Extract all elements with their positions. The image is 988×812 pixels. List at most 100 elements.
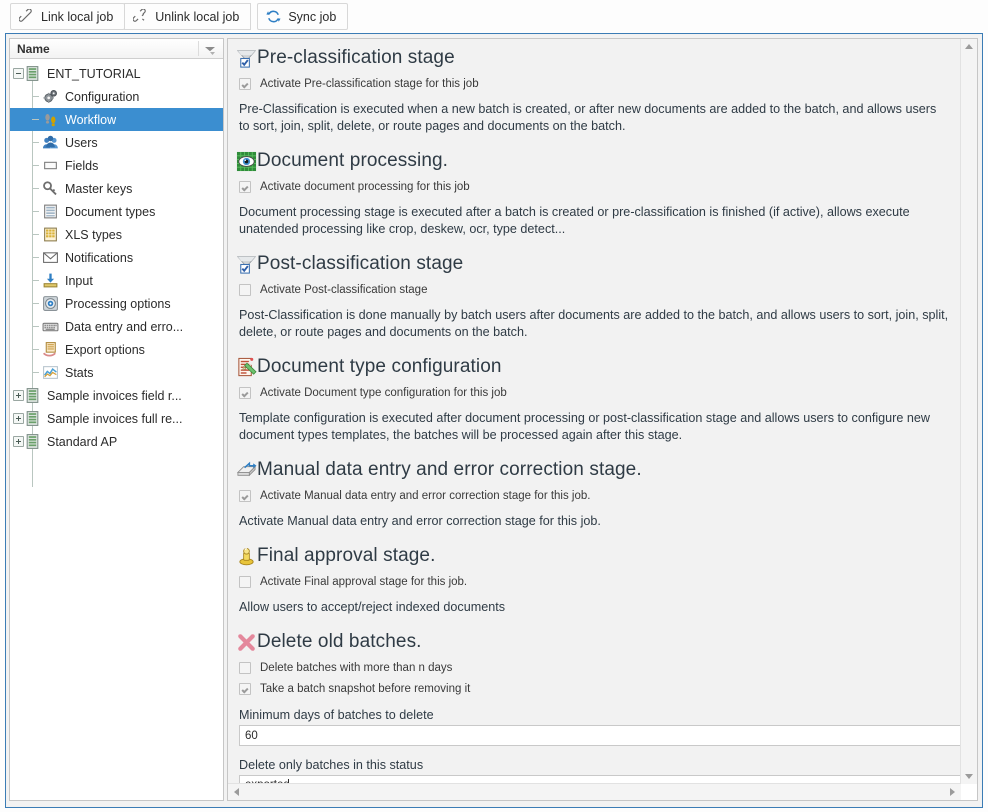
- tree-node-data-entry-and-erro[interactable]: Data entry and erro...: [10, 315, 223, 338]
- min-days-input[interactable]: [239, 725, 961, 746]
- section-description-s5: Allow users to accept/reject indexed doc…: [239, 600, 506, 614]
- unlink-local-job-button[interactable]: Unlink local job: [124, 3, 252, 30]
- checkbox-row-delete-0[interactable]: Delete batches with more than n days: [239, 661, 949, 675]
- tree-column-header-label: Name: [17, 41, 50, 56]
- scroll-down-arrow-icon[interactable]: [965, 774, 973, 779]
- tree-node-label: XLS types: [65, 227, 122, 242]
- vertical-scrollbar[interactable]: [960, 39, 977, 784]
- sync-icon: [266, 9, 281, 24]
- unlink-local-job-label: Unlink local job: [155, 9, 240, 24]
- checkbox-row-s0[interactable]: Activate Pre-classification stage for th…: [239, 77, 949, 91]
- sort-filter-icon[interactable]: [204, 45, 218, 59]
- tree-node-configuration[interactable]: Configuration: [10, 85, 223, 108]
- tree-node-label: ENT_TUTORIAL: [47, 66, 141, 81]
- tree-connector: [32, 211, 39, 212]
- unlink-icon: [132, 8, 148, 24]
- job-tree-panel: Name ENT_TUTORIAL Configuration Workflow Us…: [9, 38, 224, 801]
- status-label: Delete only batches in this status: [239, 758, 424, 772]
- checkbox-s5[interactable]: [239, 576, 251, 588]
- tree-node-label: Notifications: [65, 250, 134, 265]
- checkbox-label: Activate Document type configuration for…: [260, 387, 507, 399]
- tree-connector: [32, 96, 39, 97]
- tree-node-ent-tutorial[interactable]: ENT_TUTORIAL: [10, 62, 223, 85]
- checkbox-row-delete-1[interactable]: Take a batch snapshot before removing it: [239, 682, 949, 696]
- tree-node-sample-invoices-full-re[interactable]: Sample invoices full re...: [10, 407, 223, 430]
- tree-node-document-types[interactable]: Document types: [10, 200, 223, 223]
- checkbox-s1[interactable]: [239, 181, 251, 193]
- server-icon: [24, 433, 41, 450]
- chart-line-icon: [42, 364, 59, 381]
- checkbox-row-s3[interactable]: Activate Document type configuration for…: [239, 386, 949, 400]
- tree-node-processing-options[interactable]: Processing options: [10, 292, 223, 315]
- tree-node-label: Sample invoices field r...: [47, 388, 182, 403]
- funnel-check-icon: [236, 254, 257, 275]
- checkbox-delete-0[interactable]: [239, 662, 251, 674]
- scroll-left-arrow-icon[interactable]: [234, 788, 239, 796]
- expand-icon[interactable]: [13, 413, 24, 424]
- sync-job-button[interactable]: Sync job: [257, 3, 349, 30]
- tree-node-label: Processing options: [65, 296, 171, 311]
- section-title: Post-classification stage: [257, 253, 464, 274]
- tree-node-master-keys[interactable]: Master keys: [10, 177, 223, 200]
- section-header-delete: Delete old batches.: [236, 630, 949, 654]
- section-header-s3: Document type configuration: [236, 355, 949, 379]
- keyboard-icon: [42, 318, 59, 335]
- funnel-check-icon: [236, 48, 257, 69]
- tree-node-label: Standard AP: [47, 434, 118, 449]
- import-icon: [42, 272, 59, 289]
- scrollbar-corner: [961, 784, 977, 800]
- footprints-icon: [42, 111, 59, 128]
- export-icon: [42, 341, 59, 358]
- tree-node-fields[interactable]: Fields: [10, 154, 223, 177]
- section-header-s0: Pre-classification stage: [236, 46, 949, 70]
- tree-node-label: Data entry and erro...: [65, 319, 184, 334]
- tree-node-standard-ap[interactable]: Standard AP: [10, 430, 223, 453]
- tree-node-label: Workflow: [65, 112, 117, 127]
- section-description-s0: Pre-Classification is executed when a ne…: [239, 102, 937, 133]
- collapse-icon[interactable]: [13, 68, 24, 79]
- scroll-right-arrow-icon[interactable]: [950, 788, 955, 796]
- stamp-icon: [236, 546, 257, 567]
- tree-node-stats[interactable]: Stats: [10, 361, 223, 384]
- checkbox-s2[interactable]: [239, 284, 251, 296]
- expand-icon[interactable]: [13, 390, 24, 401]
- tree-node-label: Master keys: [65, 181, 133, 196]
- section-title: Manual data entry and error correction s…: [257, 459, 642, 480]
- link-local-job-button[interactable]: Link local job: [10, 3, 126, 30]
- checkbox-s0[interactable]: [239, 78, 251, 90]
- tree-node-input[interactable]: Input: [10, 269, 223, 292]
- link-icon: [18, 8, 34, 24]
- section-header-s5: Final approval stage.: [236, 544, 949, 568]
- section-header-s1: Document processing.: [236, 149, 949, 173]
- users-icon: [42, 134, 59, 151]
- tree-node-label: Stats: [65, 365, 94, 380]
- tree-node-export-options[interactable]: Export options: [10, 338, 223, 361]
- horizontal-scrollbar[interactable]: [228, 783, 961, 800]
- section-description-s1: Document processing stage is executed af…: [239, 205, 910, 236]
- section-description-s4: Activate Manual data entry and error cor…: [239, 514, 601, 528]
- workflow-configuration-window: Link local job Unlink local job Sync job…: [0, 0, 988, 812]
- tree-node-xls-types[interactable]: XLS types: [10, 223, 223, 246]
- tree-node-label: Export options: [65, 342, 145, 357]
- checkbox-s3[interactable]: [239, 387, 251, 399]
- main-frame: Name ENT_TUTORIAL Configuration Workflow Us…: [5, 33, 983, 808]
- checkbox-label: Delete batches with more than n days: [260, 662, 453, 674]
- checkbox-row-s4[interactable]: Activate Manual data entry and error cor…: [239, 489, 949, 503]
- tree-node-notifications[interactable]: Notifications: [10, 246, 223, 269]
- tree-column-header: Name: [10, 39, 223, 59]
- tree-node-workflow[interactable]: Workflow: [10, 108, 223, 131]
- expand-icon[interactable]: [13, 436, 24, 447]
- eye-green-icon: [236, 151, 257, 172]
- checkbox-delete-1[interactable]: [239, 683, 251, 695]
- checkbox-row-s5[interactable]: Activate Final approval stage for this j…: [239, 575, 949, 589]
- checkbox-s4[interactable]: [239, 490, 251, 502]
- scroll-up-arrow-icon[interactable]: [965, 44, 973, 49]
- checkbox-row-s2[interactable]: Activate Post-classification stage: [239, 283, 949, 297]
- checkbox-row-s1[interactable]: Activate document processing for this jo…: [239, 180, 949, 194]
- tree-node-label: Users: [65, 135, 98, 150]
- tree-node-users[interactable]: Users: [10, 131, 223, 154]
- checkbox-label: Take a batch snapshot before removing it: [260, 683, 471, 695]
- tree-node-sample-invoices-field-r[interactable]: Sample invoices field r...: [10, 384, 223, 407]
- tree-connector: [32, 303, 39, 304]
- frame-inner: Name ENT_TUTORIAL Configuration Workflow Us…: [7, 35, 981, 806]
